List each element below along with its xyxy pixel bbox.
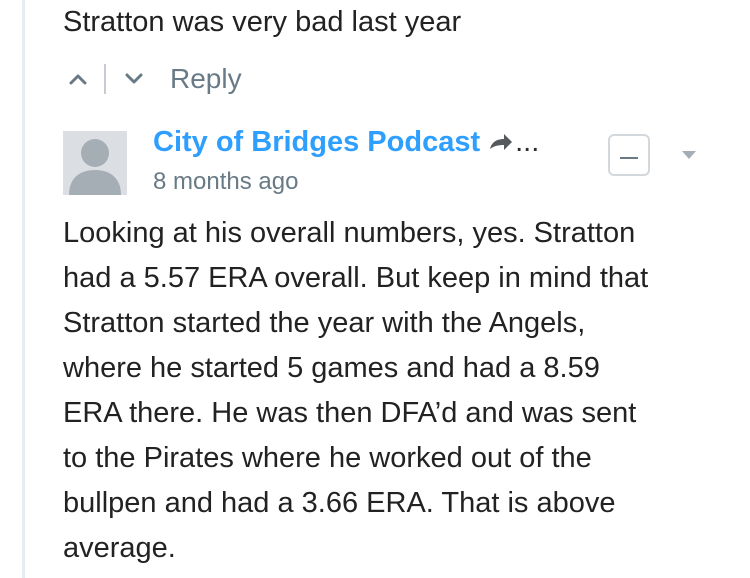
minus-icon xyxy=(620,157,638,159)
parent-comment-actions: Reply xyxy=(64,59,242,99)
comment-timestamp[interactable]: 8 months ago xyxy=(153,167,298,197)
comment-body-line: where he started 5 games and had a 8.59 xyxy=(63,352,600,384)
upvote-button[interactable] xyxy=(64,61,92,97)
comment-thread: Stratton was very bad last year Reply Ci… xyxy=(0,0,750,578)
downvote-button[interactable] xyxy=(120,61,148,97)
default-avatar-icon xyxy=(69,139,121,195)
comment-body-line: Looking at his overall numbers, yes. Str… xyxy=(63,217,636,249)
avatar[interactable] xyxy=(63,131,127,195)
thread-indent-line xyxy=(22,0,25,578)
comment-body-line: ERA there. He was then DFA’d and was sen… xyxy=(63,397,637,429)
parent-comment-text: Stratton was very bad last year xyxy=(63,6,462,38)
collapse-button[interactable] xyxy=(608,134,650,176)
comment-body-line: bullpen and had a 3.66 ERA. That is abov… xyxy=(63,487,616,519)
comment-body-line: to the Pirates where he worked out of th… xyxy=(63,442,592,474)
share-arrow-icon xyxy=(488,132,514,152)
comment-body-line: Stratton started the year with the Angel… xyxy=(63,307,586,339)
chevron-up-icon xyxy=(69,74,87,85)
comment-body-line: average. xyxy=(63,532,176,564)
comment-body: Looking at his overall numbers, yes. Str… xyxy=(63,211,743,571)
author-name[interactable]: City of Bridges Podcast xyxy=(153,124,480,160)
comment-menu-button[interactable] xyxy=(674,140,704,170)
chevron-down-icon xyxy=(125,73,143,84)
comment-body-line: had a 5.57 ERA overall. But keep in mind… xyxy=(63,262,649,294)
reply-button[interactable]: Reply xyxy=(170,63,242,95)
author-link[interactable]: City of Bridges Podcast ... xyxy=(153,124,539,160)
chevron-down-icon xyxy=(682,150,696,159)
vote-divider xyxy=(104,64,106,94)
author-ellipsis: ... xyxy=(515,126,540,158)
